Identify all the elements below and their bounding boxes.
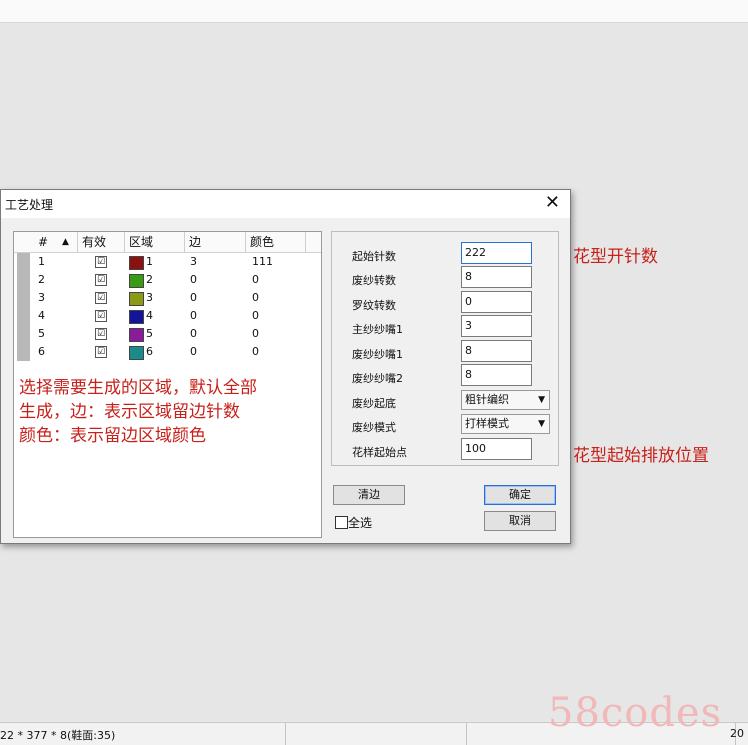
waste-feeder2-input[interactable]: 8 (461, 364, 532, 386)
sort-asc-icon: ▲ (62, 237, 69, 247)
valid-checkbox[interactable]: ☑ (95, 310, 107, 322)
chevron-down-icon: ▼ (538, 419, 545, 429)
waste-feeder1-input[interactable]: 8 (461, 340, 532, 362)
status-right-value: 20 (730, 727, 744, 740)
color-value: 0 (252, 273, 259, 286)
close-icon[interactable]: ✕ (545, 192, 560, 214)
row-selector[interactable] (17, 271, 30, 289)
region-color-swatch (129, 310, 144, 324)
rib-turns-label: 罗纹转数 (352, 299, 396, 312)
waste-mode-label: 废纱模式 (352, 421, 396, 434)
start-needles-label: 起始针数 (352, 250, 396, 263)
region-color-swatch (129, 328, 144, 342)
start-needles-input[interactable]: 222 (461, 242, 532, 264)
waste-start-label: 废纱起底 (352, 397, 396, 410)
edge-value: 0 (190, 291, 197, 304)
ok-button[interactable]: 确定 (484, 485, 556, 505)
annotation-start-needles: 花型开针数 (573, 247, 658, 267)
rib-turns-input[interactable]: 0 (461, 291, 532, 313)
region-color-swatch (129, 256, 144, 270)
dialog-title: 工艺处理 (5, 198, 54, 212)
pattern-start-input[interactable]: 100 (461, 438, 532, 460)
waste-turns-input[interactable]: 8 (461, 266, 532, 288)
col-edge[interactable]: 边 (185, 232, 246, 252)
region-color-swatch (129, 274, 144, 288)
cancel-button[interactable]: 取消 (484, 511, 556, 531)
waste-feeder1-label: 废纱纱嘴1 (352, 348, 403, 361)
valid-checkbox[interactable]: ☑ (95, 256, 107, 268)
valid-checkbox[interactable]: ☑ (95, 328, 107, 340)
list-header: # ▲ 有效 区域 边 颜色 (14, 232, 321, 253)
row-selector[interactable] (17, 289, 30, 307)
region-color-swatch (129, 346, 144, 360)
color-value: 0 (252, 291, 259, 304)
status-divider (466, 723, 467, 745)
table-row[interactable]: 2 ☑ 2 0 0 (14, 271, 321, 289)
edge-value: 3 (190, 255, 197, 268)
select-all-label[interactable]: 全选 (348, 514, 372, 531)
table-row[interactable]: 1 ☑ 1 3 111 (14, 253, 321, 271)
edge-value: 0 (190, 309, 197, 322)
valid-checkbox[interactable]: ☑ (95, 346, 107, 358)
row-number: 1 (38, 255, 45, 268)
select-all-checkbox[interactable] (335, 516, 348, 529)
status-divider (285, 723, 286, 745)
color-value: 0 (252, 327, 259, 340)
region-id: 5 (146, 327, 153, 340)
row-selector[interactable] (17, 343, 30, 361)
col-valid[interactable]: 有效 (78, 232, 125, 252)
row-selector[interactable] (17, 253, 30, 271)
valid-checkbox[interactable]: ☑ (95, 292, 107, 304)
waste-mode-select[interactable]: 打样模式 ▼ (461, 414, 550, 434)
edge-value: 0 (190, 327, 197, 340)
annotation-pattern-start: 花型起始排放位置 (573, 446, 709, 466)
col-number[interactable]: # ▲ (14, 232, 78, 252)
row-number: 5 (38, 327, 45, 340)
table-row[interactable]: 3 ☑ 3 0 0 (14, 289, 321, 307)
waste-turns-label: 废纱转数 (352, 274, 396, 287)
dialog-titlebar: 工艺处理 ✕ (1, 190, 570, 218)
region-id: 6 (146, 345, 153, 358)
color-value: 0 (252, 345, 259, 358)
row-selector[interactable] (17, 307, 30, 325)
instruction-note: 选择需要生成的区域，默认全部 生成，边：表示区域留边针数 颜色：表示留边区域颜色 (19, 378, 257, 446)
region-id: 3 (146, 291, 153, 304)
row-number: 2 (38, 273, 45, 286)
table-row[interactable]: 4 ☑ 4 0 0 (14, 307, 321, 325)
top-toolbar (0, 0, 748, 23)
edge-value: 0 (190, 345, 197, 358)
row-selector[interactable] (17, 325, 30, 343)
region-id: 1 (146, 255, 153, 268)
waste-start-select[interactable]: 粗针编织 ▼ (461, 390, 550, 410)
watermark: 58codes (548, 690, 723, 736)
table-row[interactable]: 5 ☑ 5 0 0 (14, 325, 321, 343)
clear-edge-button[interactable]: 清边 (333, 485, 405, 505)
valid-checkbox[interactable]: ☑ (95, 274, 107, 286)
row-number: 6 (38, 345, 45, 358)
pattern-start-label: 花样起始点 (352, 446, 407, 459)
region-id: 2 (146, 273, 153, 286)
color-value: 0 (252, 309, 259, 322)
row-number: 4 (38, 309, 45, 322)
color-value: 111 (252, 255, 273, 268)
chevron-down-icon: ▼ (538, 395, 545, 405)
edge-value: 0 (190, 273, 197, 286)
main-feeder-label: 主纱纱嘴1 (352, 323, 403, 336)
waste-feeder2-label: 废纱纱嘴2 (352, 372, 403, 385)
main-feeder-input[interactable]: 3 (461, 315, 532, 337)
col-area[interactable]: 区域 (125, 232, 185, 252)
col-color[interactable]: 颜色 (246, 232, 306, 252)
table-row[interactable]: 6 ☑ 6 0 0 (14, 343, 321, 361)
status-dimensions: 22 * 377 * 8(鞋面:35) (0, 729, 116, 742)
row-number: 3 (38, 291, 45, 304)
region-color-swatch (129, 292, 144, 306)
region-id: 4 (146, 309, 153, 322)
